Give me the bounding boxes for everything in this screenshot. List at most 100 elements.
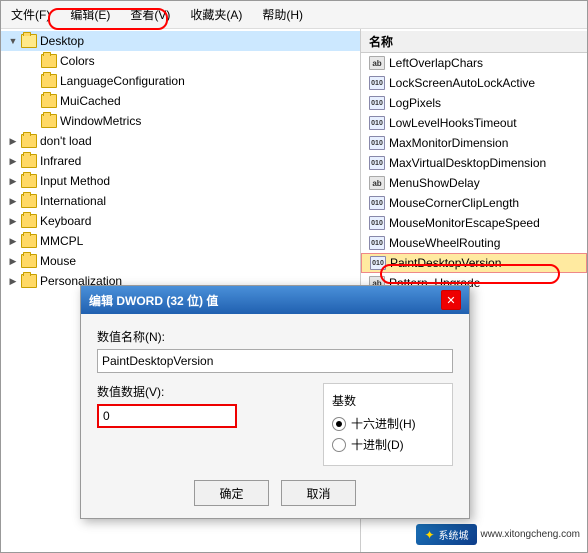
reg-icon-menushowdelay: ab xyxy=(369,175,385,191)
dialog-buttons: 确定 取消 xyxy=(97,480,453,506)
tree-item-desktop[interactable]: ▼ Desktop xyxy=(1,31,360,51)
reg-icon-maxmonitordimension: 010 xyxy=(369,135,385,151)
tree-label-colors: Colors xyxy=(60,54,95,68)
tree-label-keyboard: Keyboard xyxy=(40,214,91,228)
reg-item-logpixels[interactable]: 010 LogPixels xyxy=(361,93,587,113)
menu-view[interactable]: 查看(V) xyxy=(126,4,174,25)
reg-icon-mousecornercliplength: 010 xyxy=(369,195,385,211)
reg-label-paintdesktopversion: PaintDesktopVersion xyxy=(390,256,501,270)
reg-icon-paintdesktopversion: 010 xyxy=(370,255,386,271)
reg-icon-leftoverlapchars: ab xyxy=(369,55,385,71)
expand-icon-personalization: ▶ xyxy=(5,273,21,289)
right-header-label: 名称 xyxy=(369,33,393,50)
tree-label-muicached: MuiCached xyxy=(60,94,121,108)
tree-item-muicached[interactable]: MuiCached xyxy=(1,91,360,111)
menu-file[interactable]: 文件(F) xyxy=(7,4,54,25)
dialog-ok-button[interactable]: 确定 xyxy=(194,480,269,506)
reg-icon-mousemonitorescape: 010 xyxy=(369,215,385,231)
tree-item-dontload[interactable]: ▶ don't load xyxy=(1,131,360,151)
tree-item-colors[interactable]: Colors xyxy=(1,51,360,71)
reg-icon-maxvirtualdesktopdimension: 010 xyxy=(369,155,385,171)
folder-icon-inputmethod xyxy=(21,174,37,188)
dialog-value-row: 数值数据(V): 基数 十六进制(H) 十进制(D) xyxy=(97,383,453,466)
reg-item-maxvirtualdesktopdimension[interactable]: 010 MaxVirtualDesktopDimension xyxy=(361,153,587,173)
reg-label-leftoverlapchars: LeftOverlapChars xyxy=(389,56,483,70)
expand-icon-mouse: ▶ xyxy=(5,253,21,269)
expand-icon-keyboard: ▶ xyxy=(5,213,21,229)
reg-item-paintdesktopversion[interactable]: 010 PaintDesktopVersion xyxy=(361,253,587,273)
reg-item-mousemonitorescape[interactable]: 010 MouseMonitorEscapeSpeed xyxy=(361,213,587,233)
dialog-value-label: 数值数据(V): xyxy=(97,383,307,400)
radio-dec[interactable]: 十进制(D) xyxy=(332,436,444,453)
dialog-value-section: 数值数据(V): xyxy=(97,383,307,428)
reg-label-mousemonitorescape: MouseMonitorEscapeSpeed xyxy=(389,216,540,230)
radio-hex[interactable]: 十六进制(H) xyxy=(332,415,444,432)
dialog-base-title: 基数 xyxy=(332,392,444,409)
reg-item-lowlevelhookstimeout[interactable]: 010 LowLevelHooksTimeout xyxy=(361,113,587,133)
tree-label-desktop: Desktop xyxy=(40,34,84,48)
dialog-close-button[interactable]: ✕ xyxy=(441,290,461,310)
expand-icon-infrared: ▶ xyxy=(5,153,21,169)
radio-dec-dot xyxy=(332,438,346,452)
tree-item-keyboard[interactable]: ▶ Keyboard xyxy=(1,211,360,231)
reg-item-leftoverlapchars[interactable]: ab LeftOverlapChars xyxy=(361,53,587,73)
folder-icon-personalization xyxy=(21,274,37,288)
expand-icon-mmcpl: ▶ xyxy=(5,233,21,249)
tree-item-inputmethod[interactable]: ▶ Input Method xyxy=(1,171,360,191)
folder-icon-international xyxy=(21,194,37,208)
tree-label-mouse: Mouse xyxy=(40,254,76,268)
folder-icon-windowmetrics xyxy=(41,114,57,128)
reg-label-logpixels: LogPixels xyxy=(389,96,441,110)
tree-label-international: International xyxy=(40,194,106,208)
reg-label-mousecornercliplength: MouseCornerClipLength xyxy=(389,196,519,210)
tree-label-windowmetrics: WindowMetrics xyxy=(60,114,141,128)
radio-hex-dot xyxy=(332,417,346,431)
tree-item-mouse[interactable]: ▶ Mouse xyxy=(1,251,360,271)
reg-item-lockscreenautolockactive[interactable]: 010 LockScreenAutoLockActive xyxy=(361,73,587,93)
radio-hex-label: 十六进制(H) xyxy=(351,415,416,432)
reg-label-mousewheelrouting: MouseWheelRouting xyxy=(389,236,500,250)
folder-icon-muicached xyxy=(41,94,57,108)
dialog-title: 编辑 DWORD (32 位) 值 xyxy=(89,292,218,309)
reg-item-mousecornercliplength[interactable]: 010 MouseCornerClipLength xyxy=(361,193,587,213)
reg-icon-lockscreenautolockactive: 010 xyxy=(369,75,385,91)
tree-item-windowmetrics[interactable]: WindowMetrics xyxy=(1,111,360,131)
reg-label-lockscreenautolockactive: LockScreenAutoLockActive xyxy=(389,76,535,90)
tree-label-infrared: Infrared xyxy=(40,154,81,168)
dialog-value-input[interactable] xyxy=(97,404,237,428)
tree-item-langconfig[interactable]: LanguageConfiguration xyxy=(1,71,360,91)
reg-item-mousewheelrouting[interactable]: 010 MouseWheelRouting xyxy=(361,233,587,253)
menu-help[interactable]: 帮助(H) xyxy=(258,4,307,25)
folder-icon-colors xyxy=(41,54,57,68)
expand-icon-dontload: ▶ xyxy=(5,133,21,149)
expand-icon-inputmethod: ▶ xyxy=(5,173,21,189)
menu-favorites[interactable]: 收藏夹(A) xyxy=(186,4,246,25)
reg-item-maxmonitordimension[interactable]: 010 MaxMonitorDimension xyxy=(361,133,587,153)
expand-icon-desktop: ▼ xyxy=(5,33,21,49)
dialog-base-section: 基数 十六进制(H) 十进制(D) xyxy=(323,383,453,466)
menu-bar: 文件(F) 编辑(E) 查看(V) 收藏夹(A) 帮助(H) xyxy=(1,1,587,29)
reg-label-lowlevelhookstimeout: LowLevelHooksTimeout xyxy=(389,116,517,130)
folder-icon-dontload xyxy=(21,134,37,148)
folder-icon-desktop xyxy=(21,34,37,48)
tree-item-infrared[interactable]: ▶ Infrared xyxy=(1,151,360,171)
tree-item-international[interactable]: ▶ International xyxy=(1,191,360,211)
tree-label-inputmethod: Input Method xyxy=(40,174,110,188)
tree-label-langconfig: LanguageConfiguration xyxy=(60,74,185,88)
dialog-titlebar: 编辑 DWORD (32 位) 值 ✕ xyxy=(81,286,469,314)
reg-item-menushowdelay[interactable]: ab MenuShowDelay xyxy=(361,173,587,193)
menu-edit[interactable]: 编辑(E) xyxy=(66,4,114,25)
reg-label-maxvirtualdesktopdimension: MaxVirtualDesktopDimension xyxy=(389,156,546,170)
folder-icon-langconfig xyxy=(41,74,57,88)
dialog-cancel-button[interactable]: 取消 xyxy=(281,480,356,506)
dialog-body: 数值名称(N): 数值数据(V): 基数 十六进制(H) xyxy=(81,314,469,518)
dialog-name-input[interactable] xyxy=(97,349,453,373)
reg-icon-logpixels: 010 xyxy=(369,95,385,111)
expand-icon-international: ▶ xyxy=(5,193,21,209)
dialog-name-label: 数值名称(N): xyxy=(97,328,453,345)
expand-icon-langconfig xyxy=(25,73,41,89)
reg-icon-lowlevelhookstimeout: 010 xyxy=(369,115,385,131)
expand-icon-colors xyxy=(25,53,41,69)
tree-label-dontload: don't load xyxy=(40,134,92,148)
tree-item-mmcpl[interactable]: ▶ MMCPL xyxy=(1,231,360,251)
